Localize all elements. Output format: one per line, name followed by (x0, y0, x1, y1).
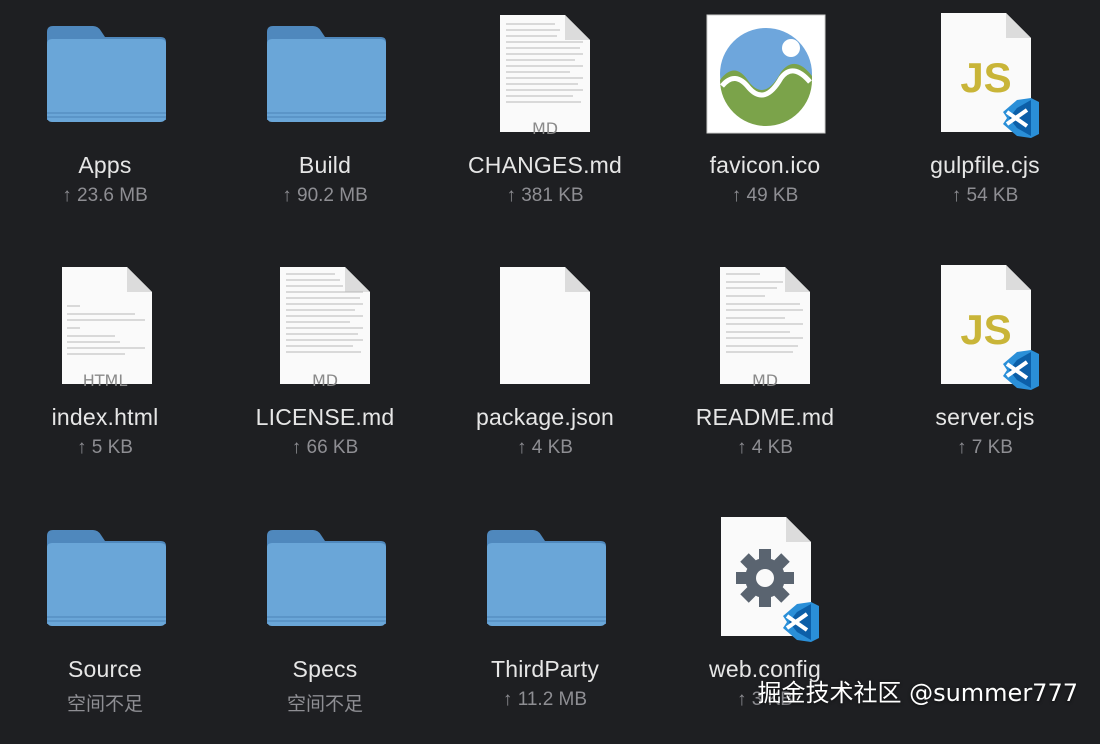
markdown-document-icon: MD (445, 10, 645, 150)
file-item-favicon[interactable]: favicon.ico ↑ 49 KB (665, 10, 865, 240)
file-item-changes-md[interactable]: MD CHANGES.md ↑ 381 KB (445, 10, 645, 240)
file-item-web-config[interactable]: web.config ↑ 3 KB (665, 514, 865, 744)
file-name: index.html (5, 404, 205, 431)
file-item-specs[interactable]: Specs 空间不足 (225, 514, 425, 744)
file-item-apps[interactable]: Apps ↑ 23.6 MB (5, 10, 205, 240)
file-grid: Apps ↑ 23.6 MB Build ↑ 90.2 MB (0, 0, 1100, 728)
file-name: ThirdParty (445, 656, 645, 683)
file-type-badge: HTML (5, 371, 205, 390)
file-size: 空间不足 (5, 689, 205, 716)
blank-document-icon (445, 262, 645, 402)
folder-icon (5, 514, 205, 654)
file-item-license-md[interactable]: MD LICENSE.md ↑ 66 KB (225, 262, 425, 492)
file-item-source[interactable]: Source 空间不足 (5, 514, 205, 744)
file-size: ↑ 54 KB (885, 185, 1085, 207)
js-badge: JS (960, 54, 1011, 101)
file-size: ↑ 381 KB (445, 185, 645, 207)
file-size: ↑ 23.6 MB (5, 185, 205, 207)
file-size: ↑ 11.2 MB (445, 689, 645, 711)
file-item-gulpfile[interactable]: JS gulpfile.cjs ↑ 54 KB (885, 10, 1085, 240)
javascript-vscode-icon: JS (885, 10, 1085, 150)
folder-icon (225, 10, 425, 150)
file-name: server.cjs (885, 404, 1085, 431)
javascript-vscode-icon: JS (885, 262, 1085, 402)
html-document-icon: HTML (5, 262, 205, 402)
file-item-thirdparty[interactable]: ThirdParty ↑ 11.2 MB (445, 514, 645, 744)
folder-icon (445, 514, 645, 654)
gear-icon (736, 549, 794, 607)
file-name: Build (225, 152, 425, 179)
image-icon (665, 10, 865, 150)
file-name: gulpfile.cjs (885, 152, 1085, 179)
file-name: CHANGES.md (445, 152, 645, 179)
config-vscode-icon (665, 514, 865, 654)
file-size: ↑ 5 KB (5, 437, 205, 459)
file-item-build[interactable]: Build ↑ 90.2 MB (225, 10, 425, 240)
file-item-package-json[interactable]: package.json ↑ 4 KB (445, 262, 645, 492)
file-name: package.json (445, 404, 645, 431)
file-item-readme-md[interactable]: MD README.md ↑ 4 KB (665, 262, 865, 492)
file-name: Source (5, 656, 205, 683)
file-type-badge: MD (225, 371, 425, 390)
file-size: ↑ 90.2 MB (225, 185, 425, 207)
file-size: ↑ 66 KB (225, 437, 425, 459)
watermark: 掘金技术社区 @summer777 (757, 673, 1078, 708)
file-size: ↑ 7 KB (885, 437, 1085, 459)
file-name: Specs (225, 656, 425, 683)
file-item-server-cjs[interactable]: JS server.cjs ↑ 7 KB (885, 262, 1085, 492)
markdown-document-icon: MD (665, 262, 865, 402)
file-size: ↑ 49 KB (665, 185, 865, 207)
file-item-index-html[interactable]: HTML index.html ↑ 5 KB (5, 262, 205, 492)
file-type-badge: MD (665, 371, 865, 390)
markdown-document-icon: MD (225, 262, 425, 402)
file-size: ↑ 4 KB (665, 437, 865, 459)
folder-icon (5, 10, 205, 150)
file-type-badge: MD (445, 119, 645, 138)
file-name: README.md (665, 404, 865, 431)
folder-icon (225, 514, 425, 654)
file-size: 空间不足 (225, 689, 425, 716)
file-name: LICENSE.md (225, 404, 425, 431)
js-badge: JS (960, 306, 1011, 353)
file-name: favicon.ico (665, 152, 865, 179)
file-size: ↑ 4 KB (445, 437, 645, 459)
file-name: Apps (5, 152, 205, 179)
